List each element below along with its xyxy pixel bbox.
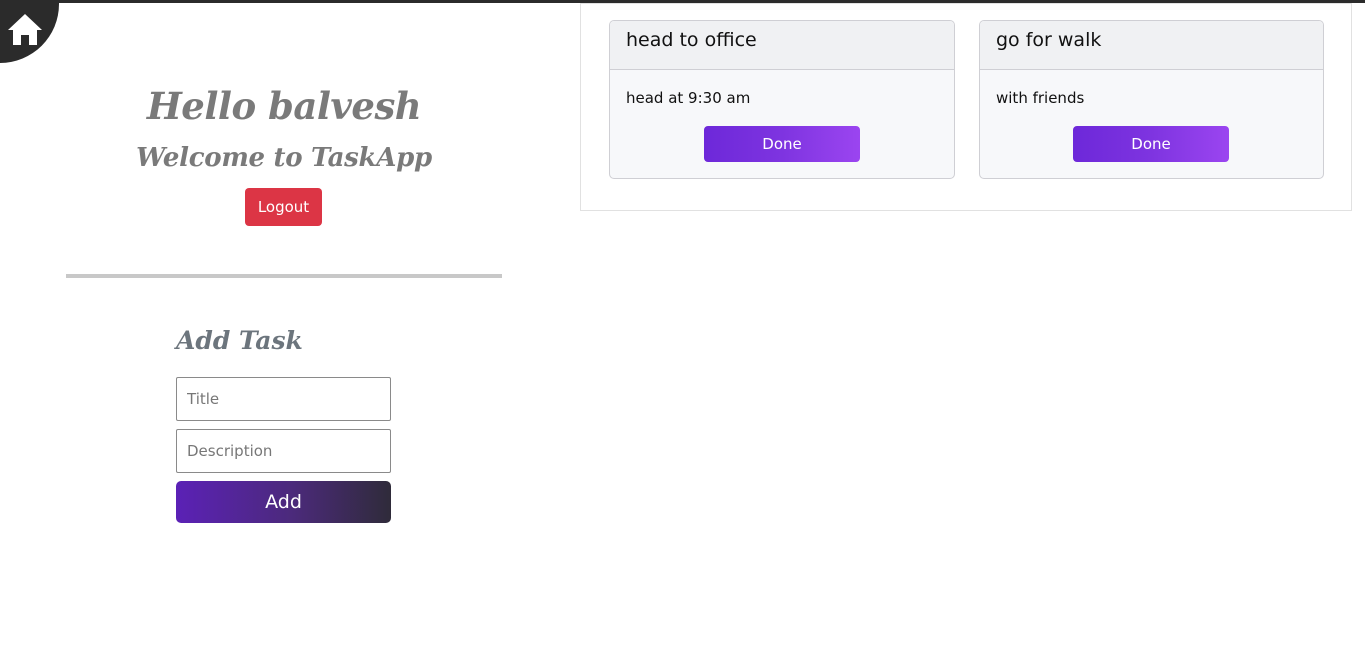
task-done-button[interactable]: Done [704,126,860,162]
welcome-heading: Welcome to TaskApp [136,143,432,173]
greeting-heading: Hello balvesh [146,84,422,128]
home-button[interactable] [0,0,59,63]
logout-button[interactable]: Logout [245,188,322,226]
task-done-button[interactable]: Done [1073,126,1229,162]
add-task-button[interactable]: Add [176,481,391,523]
task-card: head to office head at 9:30 am Done [609,20,955,179]
task-card-title: go for walk [980,21,1323,70]
task-card-description: with friends [996,89,1085,107]
task-card-title: head to office [610,21,954,70]
add-task-heading: Add Task [176,326,303,355]
section-divider [66,274,502,278]
task-title-input[interactable] [176,377,391,421]
task-description-input[interactable] [176,429,391,473]
task-card-description: head at 9:30 am [626,89,751,107]
home-icon [0,0,44,50]
task-card: go for walk with friends Done [979,20,1324,179]
